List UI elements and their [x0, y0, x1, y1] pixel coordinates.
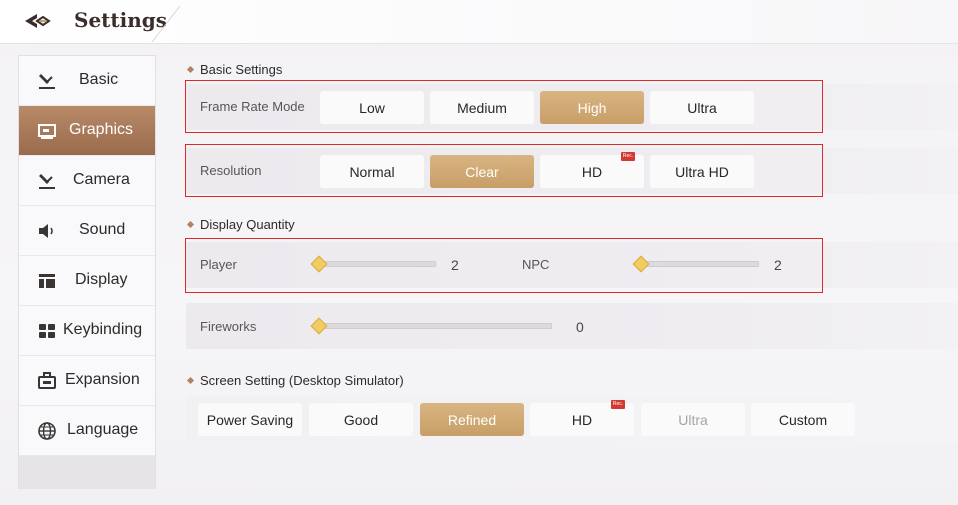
- sidebar-item-keybinding[interactable]: Keybinding: [19, 306, 155, 356]
- briefcase-icon: [38, 372, 56, 389]
- fireworks-slider-thumb[interactable]: [310, 317, 328, 335]
- basic-settings-title: Basic Settings: [188, 62, 282, 77]
- recommended-badge: Rec.: [621, 152, 635, 161]
- display-quantity-title: Display Quantity: [188, 217, 295, 232]
- resolution-hd-label: HD: [581, 163, 603, 180]
- frame-rate-medium-button[interactable]: Medium: [430, 91, 534, 124]
- title-decoration-icon: [151, 5, 181, 43]
- fireworks-row: Fireworks 0: [186, 303, 958, 349]
- screen-power-saving-button[interactable]: Power Saving: [198, 403, 302, 436]
- frame-rate-ultra-button[interactable]: Ultra: [650, 91, 754, 124]
- player-value: 2: [451, 257, 459, 273]
- player-slider-thumb[interactable]: [310, 255, 328, 273]
- sidebar-item-label: Expansion: [65, 371, 140, 388]
- resolution-clear-button[interactable]: Clear: [430, 155, 534, 188]
- screen-hd-label: HD: [571, 411, 593, 428]
- sidebar-item-basic[interactable]: Basic: [19, 56, 155, 106]
- globe-icon: [38, 422, 56, 440]
- resolution-row: Resolution Normal Clear HD Rec. Ultra HD: [186, 148, 958, 194]
- grid-icon: [39, 324, 55, 338]
- screen-refined-button[interactable]: Refined: [420, 403, 524, 436]
- layout-icon: [39, 274, 55, 288]
- recommended-badge: Rec.: [611, 400, 625, 409]
- npc-slider-thumb[interactable]: [632, 255, 650, 273]
- sidebar-item-camera[interactable]: Camera: [19, 156, 155, 206]
- screen-setting-title: Screen Setting (Desktop Simulator): [188, 373, 404, 388]
- fireworks-slider[interactable]: [314, 323, 552, 329]
- sidebar-item-expansion[interactable]: Expansion: [19, 356, 155, 406]
- npc-label: NPC: [522, 257, 550, 272]
- sidebar-item-label: Basic: [79, 71, 119, 88]
- resolution-normal-button[interactable]: Normal: [320, 155, 424, 188]
- top-bar: Settings: [0, 0, 958, 44]
- frame-rate-label: Frame Rate Mode: [200, 99, 305, 114]
- frame-rate-high-button[interactable]: High: [540, 91, 644, 124]
- monitor-icon: [38, 124, 56, 139]
- player-label: Player: [200, 257, 237, 272]
- back-arrow-icon: [25, 14, 51, 28]
- speaker-icon: [39, 224, 53, 238]
- sidebar-item-label: Camera: [73, 171, 130, 188]
- resolution-hd-button[interactable]: HD Rec.: [540, 152, 644, 188]
- resolution-label: Resolution: [200, 163, 262, 178]
- back-button[interactable]: [20, 8, 56, 34]
- sidebar: Basic Graphics Camera Sound Display Keyb…: [18, 55, 156, 489]
- screen-custom-button[interactable]: Custom: [751, 403, 855, 436]
- sidebar-item-graphics[interactable]: Graphics: [19, 106, 155, 156]
- player-npc-row: Player 2 NPC 2: [186, 242, 958, 288]
- resolution-ultra-hd-button[interactable]: Ultra HD: [650, 155, 754, 188]
- npc-value: 2: [774, 257, 782, 273]
- fireworks-label: Fireworks: [200, 319, 257, 334]
- camera-gavel-icon: [39, 174, 55, 189]
- fireworks-value: 0: [576, 319, 584, 335]
- frame-rate-row: Frame Rate Mode Low Medium High Ultra: [186, 84, 958, 130]
- screen-setting-row: Power Saving Good Refined HD Rec. Ultra …: [186, 396, 958, 442]
- sidebar-item-label: Graphics: [69, 121, 134, 138]
- sidebar-item-label: Language: [67, 421, 139, 438]
- sidebar-item-language[interactable]: Language: [19, 406, 155, 456]
- screen-good-button[interactable]: Good: [309, 403, 413, 436]
- sidebar-item-label: Sound: [79, 221, 126, 238]
- gavel-icon: [39, 74, 55, 89]
- npc-slider[interactable]: [635, 261, 759, 267]
- sidebar-empty-slot: [19, 456, 155, 489]
- screen-ultra-button: Ultra: [641, 403, 745, 436]
- frame-rate-low-button[interactable]: Low: [320, 91, 424, 124]
- sidebar-item-label: Display: [75, 271, 128, 288]
- sidebar-item-sound[interactable]: Sound: [19, 206, 155, 256]
- player-slider[interactable]: [314, 261, 436, 267]
- sidebar-item-label: Keybinding: [63, 321, 143, 338]
- screen-hd-button[interactable]: HD Rec.: [530, 400, 634, 436]
- sidebar-item-display[interactable]: Display: [19, 256, 155, 306]
